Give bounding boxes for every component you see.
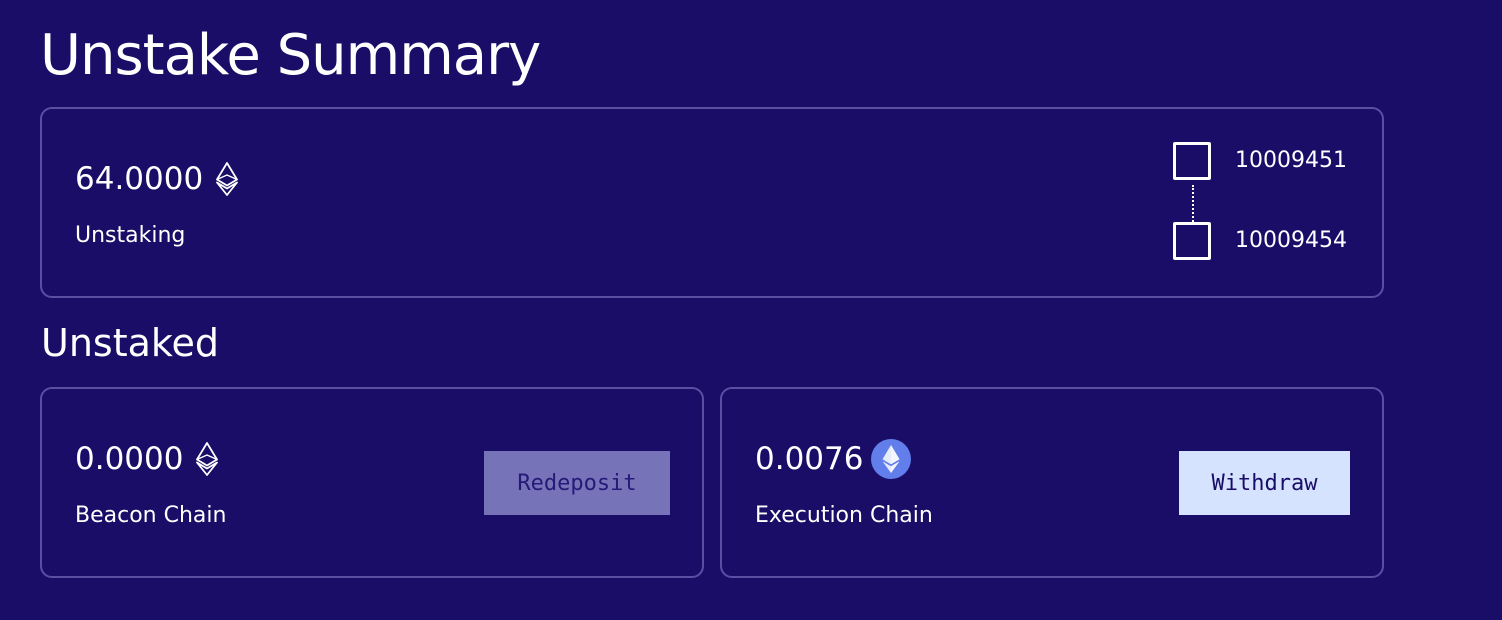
- beacon-amount-row: 0.0000: [75, 437, 219, 481]
- beacon-chain-card: 0.0000 Beacon Chain Redeposit: [40, 387, 704, 578]
- unstaked-section-title: Unstaked: [41, 321, 220, 365]
- beacon-amount: 0.0000: [75, 441, 184, 477]
- redeposit-button[interactable]: Redeposit: [484, 451, 670, 515]
- execution-amount-row: 0.0076: [755, 437, 912, 481]
- execution-chain-label: Execution Chain: [755, 503, 933, 528]
- eth-badge-icon: [871, 439, 912, 479]
- withdraw-button[interactable]: Withdraw: [1179, 451, 1350, 515]
- eth-outline-icon: [196, 442, 219, 476]
- eth-outline-icon: [216, 162, 239, 196]
- unstaking-amount: 64.0000: [75, 161, 204, 197]
- validator-start-box-icon: [1173, 142, 1211, 180]
- unstaking-summary-card: 64.0000 Unstaking 10009451 10009454: [40, 107, 1384, 298]
- validator-end-box-icon: [1173, 222, 1211, 260]
- execution-chain-card: 0.0076 Execution Chain Withdraw: [720, 387, 1384, 578]
- execution-amount: 0.0076: [755, 441, 864, 477]
- validator-range-connector: [1192, 185, 1194, 222]
- validator-end-id: 10009454: [1235, 228, 1347, 253]
- validator-start-id: 10009451: [1235, 148, 1347, 173]
- unstaking-amount-row: 64.0000: [75, 157, 239, 201]
- beacon-chain-label: Beacon Chain: [75, 503, 227, 528]
- page-title: Unstake Summary: [40, 23, 541, 88]
- unstaking-label: Unstaking: [75, 223, 186, 248]
- validator-range: 10009451 10009454: [1173, 142, 1373, 267]
